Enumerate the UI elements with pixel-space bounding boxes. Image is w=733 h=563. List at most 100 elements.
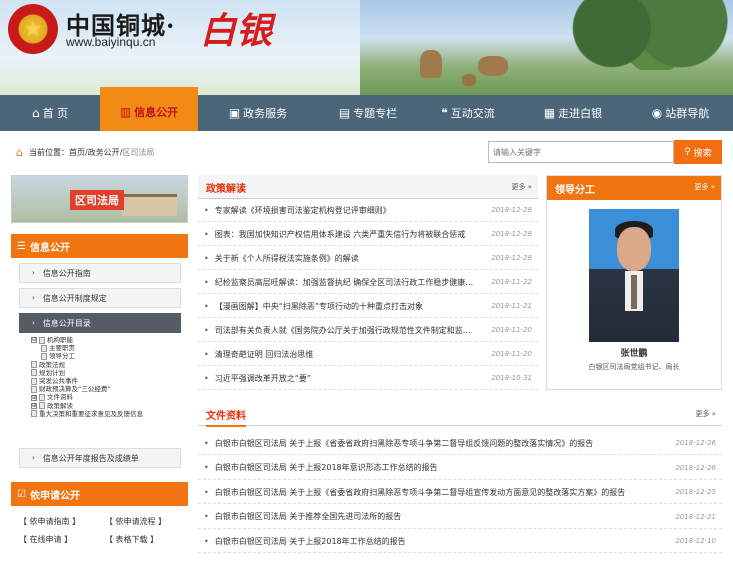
- file-icon: [31, 385, 37, 393]
- policy-more-link[interactable]: 更多 »: [511, 182, 532, 192]
- breadcrumb-mid[interactable]: 政务公开: [88, 147, 120, 158]
- tree-item-label: 重大决策和重要征求意见及反馈信息: [39, 409, 143, 418]
- catalog-tree: ⊟ 机构职能 主要职责 领导分工 政策法规 规划计划 突发公共事件 财政预决算及“三公经费” ⊞…: [31, 336, 189, 418]
- list-item[interactable]: • 白银市白银区司法局 关于上报2018年工作总结的报告 2018-12-10: [198, 530, 722, 553]
- list-item-title[interactable]: 图表：我国加快知识产权信用体系建设 六类严重失信行为将被联合惩戒: [215, 229, 493, 240]
- sidebar-item-label: 信息公开指南: [42, 268, 91, 278]
- department-label: 区司法局: [70, 190, 124, 210]
- list-item[interactable]: • 图表：我国加快知识产权信用体系建设 六类严重失信行为将被联合惩戒 2018-12…: [198, 223, 538, 246]
- tree-item[interactable]: 规划计划: [31, 369, 189, 377]
- list-item-title[interactable]: 【漫画图解】中央“扫黑除恶”专项行动的十种重点打击对象: [215, 301, 493, 312]
- bullet-icon: •: [204, 512, 209, 521]
- online-apply-link[interactable]: 【 在线申请 】: [19, 534, 72, 545]
- form-download-link[interactable]: 【 表格下载 】: [105, 534, 158, 545]
- search-button[interactable]: ⚲ 搜索: [674, 140, 722, 164]
- list-item[interactable]: • 习近平强调改革开放之“要” 2018-10-31: [198, 367, 538, 390]
- chevron-right-icon: ›: [32, 319, 35, 327]
- site-brand: 白银: [200, 10, 273, 52]
- nav-item[interactable]: ▥ 信息公开: [100, 87, 198, 131]
- tree-item[interactable]: ⊟ 机构职能: [31, 336, 189, 344]
- chevron-right-icon: ›: [32, 294, 35, 302]
- list-item[interactable]: • 白银市白银区司法局 关于推荐全国先进司法所的报告 2018-12-21: [198, 506, 722, 529]
- docs-more-link[interactable]: 更多 »: [695, 409, 716, 419]
- expand-icon[interactable]: ⊞: [31, 402, 37, 409]
- list-item-title[interactable]: 关于新《个人所得税法实施条例》的解读: [215, 253, 493, 264]
- sidebar-item-label: 信息公开目录: [42, 318, 91, 328]
- expand-icon[interactable]: ⊟: [31, 337, 37, 344]
- nav-item[interactable]: ◉ 站群导航: [628, 95, 733, 131]
- nav-item[interactable]: ⌂ 首 页: [0, 95, 100, 131]
- bullet-icon: •: [204, 301, 209, 311]
- expand-icon[interactable]: ⊞: [31, 394, 37, 401]
- list-item-title[interactable]: 清理奇葩证明 回归法治思维: [215, 349, 493, 360]
- list-item-title[interactable]: 白银市白银区司法局 关于上报2018年意识形态工作总结的报告: [215, 462, 675, 473]
- tree-item-label: 政策解读: [47, 401, 73, 410]
- tree-item[interactable]: 突发公共事件: [31, 377, 189, 385]
- list-item-title[interactable]: 白银市白银区司法局 关于上报《省委省政府扫黑除恶专项斗争第二督导组宣传发动方面意…: [215, 487, 675, 498]
- nav-item[interactable]: ❝ 互动交流: [418, 95, 518, 131]
- sidebar-item-rules[interactable]: › 信息公开制度规定: [19, 288, 181, 308]
- folder-icon: ▤: [338, 106, 351, 120]
- bullet-icon: •: [204, 253, 209, 263]
- home-icon: ⌂: [31, 106, 40, 120]
- tree-item-label: 政策法规: [39, 360, 65, 369]
- leader-photo[interactable]: [589, 209, 679, 342]
- chevron-right-icon: ›: [32, 269, 35, 277]
- list-item[interactable]: • 司法部有关负责人就《国务院办公厅关于加强行政规范性文件制定和监… 2018-11…: [198, 319, 538, 342]
- list-item[interactable]: • 白银市白银区司法局 关于上报《省委省政府扫黑除恶专项斗争第二督导组反馈问题的整…: [198, 432, 722, 455]
- list-item[interactable]: • 专家解读《环境损害司法鉴定机构登记评审细则》 2018-12-29: [198, 199, 538, 222]
- left-sidebar: 区司法局 ☰ 信息公开 › 信息公开指南 › 信息公开制度规定 › 信息公开目录 ⊟ 机构…: [11, 175, 188, 563]
- tree-item[interactable]: ⊞ 文件资料: [31, 393, 189, 401]
- bullet-icon: •: [204, 463, 209, 472]
- breadcrumb-home[interactable]: 首页: [69, 147, 85, 158]
- tree-item[interactable]: 领导分工: [31, 352, 189, 360]
- department-banner: 区司法局: [11, 175, 188, 223]
- file-icon: [31, 361, 37, 369]
- breadcrumb-prefix: 当前位置：: [28, 148, 69, 157]
- building-image: [122, 194, 177, 216]
- sidebar-item-catalog[interactable]: › 信息公开目录: [19, 313, 181, 333]
- sidebar-item-guide[interactable]: › 信息公开指南: [19, 263, 181, 283]
- list-item-title[interactable]: 白银市白银区司法局 关于上报《省委省政府扫黑除恶专项斗争第二督导组反馈问题的整改…: [215, 438, 675, 449]
- info-header-label: 信息公开: [29, 242, 70, 254]
- tree-item-label: 规划计划: [39, 368, 65, 377]
- nav-item[interactable]: ▦ 走进白银: [518, 95, 628, 131]
- list-item[interactable]: • 清理奇葩证明 回归法治思维 2018-11-20: [198, 343, 538, 366]
- tree-item[interactable]: 政策法规: [31, 361, 189, 369]
- file-icon: [31, 369, 37, 377]
- list-item[interactable]: • 白银市白银区司法局 关于上报2018年意识形态工作总结的报告 2018-12-2…: [198, 457, 722, 480]
- nav-item-label: 首 页: [42, 107, 69, 120]
- deer-image: [462, 74, 476, 86]
- list-item[interactable]: • 【漫画图解】中央“扫黑除恶”专项行动的十种重点打击对象 2018-11-21: [198, 295, 538, 318]
- list-item-title[interactable]: 白银市白银区司法局 关于推荐全国先进司法所的报告: [215, 511, 675, 522]
- nav-item[interactable]: ▤ 专题专栏: [318, 95, 418, 131]
- list-item[interactable]: • 关于新《个人所得税法实施条例》的解读 2018-12-29: [198, 247, 538, 270]
- list-item[interactable]: • 白银市白银区司法局 关于上报《省委省政府扫黑除恶专项斗争第二督导组宣传发动方面…: [198, 481, 722, 504]
- nav-item[interactable]: ▣ 政务服务: [198, 95, 318, 131]
- list-item-title[interactable]: 司法部有关负责人就《国务院办公厅关于加强行政规范性文件制定和监…: [215, 325, 493, 336]
- list-item-title[interactable]: 白银市白银区司法局 关于上报2018年工作总结的报告: [215, 536, 675, 547]
- list-item-title[interactable]: 专家解读《环境损害司法鉴定机构登记评审细则》: [215, 205, 493, 216]
- leader-name[interactable]: 张世鹏: [547, 346, 721, 359]
- sidebar-item-annual-report[interactable]: › 信息公开年度报告及成绩单: [19, 448, 181, 468]
- bullet-icon: •: [204, 536, 209, 546]
- list-item-date: 2018-10-31: [491, 374, 532, 382]
- bullet-icon: •: [204, 277, 209, 287]
- leader-header: 领导分工 更多 »: [547, 176, 721, 200]
- apply-process-link[interactable]: 【 依申请流程 】: [105, 516, 166, 527]
- file-icon: [39, 394, 45, 402]
- list-item-title[interactable]: 习近平强调改革开放之“要”: [215, 373, 493, 384]
- deer-image: [420, 50, 442, 78]
- list-item-date: 2018-12-26: [675, 463, 716, 472]
- apply-guide-link[interactable]: 【 依申请指南 】: [19, 516, 80, 527]
- file-icon: [39, 402, 45, 410]
- leader-more-link[interactable]: 更多 »: [694, 182, 715, 192]
- tree-item[interactable]: ⊞ 政策解读: [31, 402, 189, 410]
- home-icon: ⌂: [16, 146, 23, 159]
- nav-item-label: 信息公开: [134, 106, 179, 119]
- list-item[interactable]: • 纪检监察员高层旺解读：加强监督执纪 确保全区司法行政工作稳步健康… 2018-1…: [198, 271, 538, 294]
- tree-item[interactable]: 重大决策和重要征求意见及反馈信息: [31, 410, 189, 418]
- search-input[interactable]: [488, 141, 674, 163]
- list-item-title[interactable]: 纪检监察员高层旺解读：加强监督执纪 确保全区司法行政工作稳步健康…: [215, 277, 493, 288]
- list-item-date: 2018-12-21: [675, 512, 716, 521]
